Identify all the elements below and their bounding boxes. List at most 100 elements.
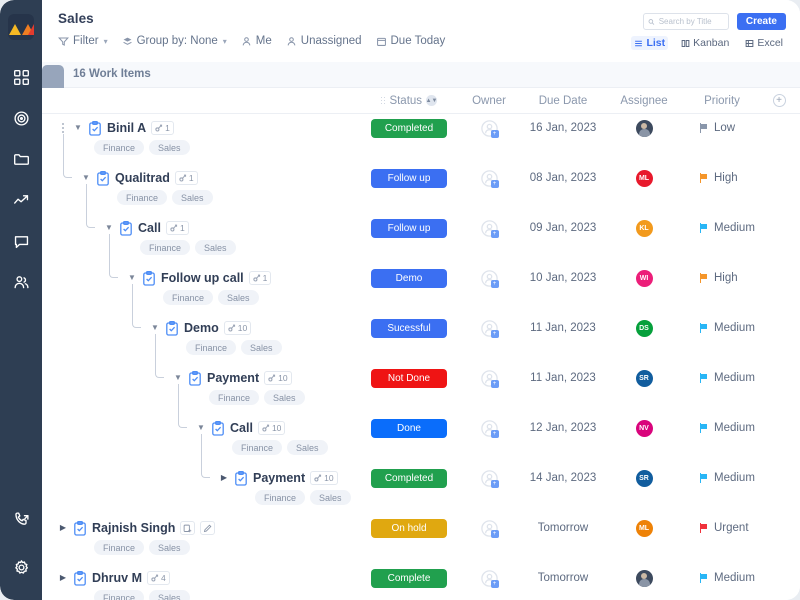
column-header-owner[interactable]: Owner [458,95,520,107]
add-owner-icon[interactable]: + [480,319,499,338]
subtask-count-badge[interactable]: 10 [257,421,286,435]
task-title[interactable]: Payment [253,471,305,485]
tag[interactable]: Finance [163,290,214,305]
table-tab-block[interactable] [42,65,64,88]
avatar[interactable]: DS [635,319,653,337]
avatar[interactable]: ML [635,169,653,187]
avatar[interactable] [635,119,653,137]
tag[interactable]: Sales [195,240,236,255]
due-date-cell[interactable]: 12 Jan, 2023 [520,414,606,442]
due-date-cell[interactable]: 11 Jan, 2023 [520,364,606,392]
add-owner-icon[interactable]: + [480,369,499,388]
tag[interactable]: Sales [149,540,190,555]
priority-value[interactable]: Urgent [682,522,762,534]
task-title[interactable]: Follow up call [161,271,244,285]
toolbar-due-today[interactable]: Due Today [376,35,445,47]
due-date-cell[interactable]: 16 Jan, 2023 [520,114,606,142]
due-date-cell[interactable]: Tomorrow [520,514,606,542]
column-header-priority[interactable]: Priority [682,95,762,107]
avatar[interactable]: NV [635,419,653,437]
task-clipboard-icon[interactable] [142,270,156,286]
add-owner-icon[interactable]: + [480,119,499,138]
avatar[interactable]: SR [635,469,653,487]
task-title[interactable]: Demo [184,321,219,335]
task-title[interactable]: Call [230,421,253,435]
subtask-count-badge[interactable]: 10 [223,321,252,335]
add-owner-icon[interactable]: + [480,469,499,488]
priority-value[interactable]: Medium [682,472,762,484]
task-title[interactable]: Rajnish Singh [92,521,175,535]
tag[interactable]: Finance [186,340,237,355]
task-clipboard-icon[interactable] [96,170,110,186]
subtask-count-badge[interactable]: 1 [165,221,189,235]
chevron-down-icon[interactable]: ▼ [173,374,183,382]
chevron-down-icon[interactable]: ▼ [104,224,114,232]
subtask-count-badge[interactable]: 10 [310,471,338,485]
tag[interactable]: Sales [149,140,190,155]
column-header-status[interactable]: Status ▲▼ [360,95,458,107]
subtask-count-badge[interactable]: 4 [147,571,170,585]
chevron-down-icon[interactable]: ▼ [81,174,91,182]
table-row[interactable]: ▼ Demo 10 Finance Sales Sucessful +11 Jan, 202… [42,314,800,364]
sidebar-item-goals[interactable] [10,107,32,129]
chevron-down-icon[interactable]: ▼ [196,424,206,432]
chevron-down-icon[interactable]: ▼ [127,274,137,282]
toolbar-unassigned[interactable]: Unassigned [286,35,362,47]
add-subtask-icon[interactable] [180,521,196,535]
table-row[interactable]: ▼ Call 1 Finance Sales Follow up +09 Jan, 2023… [42,214,800,264]
priority-value[interactable]: Medium [682,222,762,234]
tag[interactable]: Finance [140,240,191,255]
toolbar-me[interactable]: Me [241,35,272,47]
task-clipboard-icon[interactable] [165,320,179,336]
task-clipboard-icon[interactable] [234,470,248,486]
status-badge[interactable]: Not Done [371,368,447,388]
add-owner-icon[interactable]: + [480,519,499,538]
edit-icon[interactable] [200,521,216,535]
tag[interactable]: Finance [94,590,145,600]
due-date-cell[interactable]: 10 Jan, 2023 [520,264,606,292]
sort-toggle-icon[interactable]: ▲▼ [426,95,438,106]
column-header-assignee[interactable]: Assignee [606,95,682,107]
row-menu-icon[interactable] [58,123,68,133]
status-badge[interactable]: Completed [371,468,447,488]
tab-excel[interactable]: Excel [742,36,786,50]
due-date-cell[interactable]: 11 Jan, 2023 [520,314,606,342]
task-clipboard-icon[interactable] [88,120,102,136]
tag[interactable]: Sales [264,390,305,405]
priority-value[interactable]: Medium [682,372,762,384]
toolbar-filter[interactable]: Filter ▾ [58,35,108,47]
status-badge[interactable]: Completed [371,118,447,138]
table-row[interactable]: ▼ Call 10 Finance Sales Done +12 Jan, 2023 NV Me… [42,414,800,464]
tab-kanban[interactable]: Kanban [678,36,732,50]
subtask-count-badge[interactable]: 1 [151,121,174,135]
add-owner-icon[interactable]: + [480,269,499,288]
add-owner-icon[interactable]: + [480,419,499,438]
task-clipboard-icon[interactable] [119,220,133,236]
table-row[interactable]: ▶ Dhruv M 4 Finance Sales Complete + Tomorrow Me… [42,564,800,600]
status-badge[interactable]: Complete [371,568,447,588]
avatar[interactable]: KL [635,219,653,237]
due-date-cell[interactable]: Tomorrow [520,564,606,592]
column-header-due-date[interactable]: Due Date [520,95,606,107]
sidebar-item-calls[interactable] [10,508,32,530]
task-clipboard-icon[interactable] [73,570,87,586]
tag[interactable]: Sales [241,340,282,355]
chevron-right-icon[interactable]: ▶ [58,574,68,582]
status-badge[interactable]: Follow up [371,218,447,238]
status-badge[interactable]: Demo [371,268,447,288]
status-badge[interactable]: Done [371,418,447,438]
tag[interactable]: Finance [117,190,168,205]
priority-value[interactable]: Low [682,122,762,134]
task-title[interactable]: Dhruv M [92,571,142,585]
table-row[interactable]: ▼ Qualitrad 1 Finance Sales Follow up +08 Jan,… [42,164,800,214]
subtask-count-badge[interactable]: 1 [248,271,272,285]
task-clipboard-icon[interactable] [211,420,225,436]
status-badge[interactable]: Follow up [371,168,447,188]
toolbar-groupby[interactable]: Group by: None ▾ [122,35,227,47]
task-title[interactable]: Binil A [107,121,146,135]
task-clipboard-icon[interactable] [188,370,202,386]
search-box[interactable] [642,13,729,30]
tab-list[interactable]: List [631,36,669,50]
add-owner-icon[interactable]: + [480,219,499,238]
status-badge[interactable]: On hold [371,518,447,538]
